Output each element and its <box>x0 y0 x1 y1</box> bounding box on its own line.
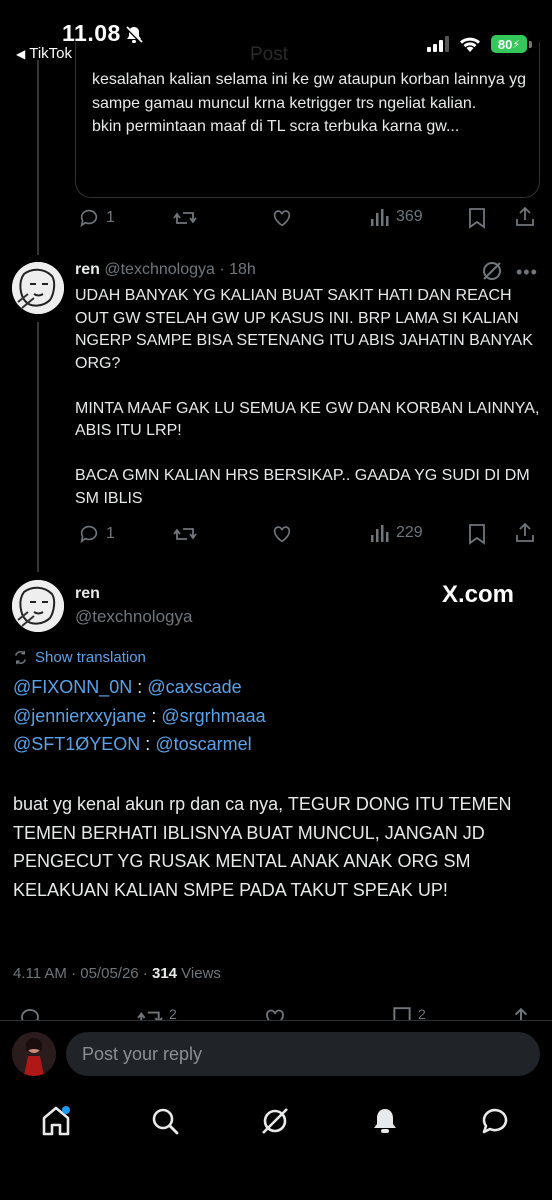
mention-separator: : <box>146 705 162 726</box>
thread-line <box>37 60 39 255</box>
share-icon <box>516 522 534 542</box>
mention-row: @jennierxxyjane : @srgrhmaaa <box>13 702 266 731</box>
thread-line <box>37 322 39 572</box>
reply-action[interactable]: 1 <box>78 207 115 229</box>
back-arrow-icon: ◀ <box>16 46 26 61</box>
repost-icon <box>173 212 197 224</box>
tab-grok[interactable] <box>258 1104 292 1138</box>
messages-icon <box>482 1108 508 1134</box>
reply-count: 1 <box>106 209 115 226</box>
search-icon <box>152 1108 179 1135</box>
tweet-timestamp[interactable]: 4.11 AM · 05/05/26 · <box>13 965 152 982</box>
author-handle[interactable]: @texchnologya <box>75 607 192 627</box>
mention-list: @FIXONN_0N : @caxscade @jennierxxyjane :… <box>13 673 266 759</box>
main-tweet-actions: 2 2 <box>0 1000 552 1022</box>
reply-action[interactable]: 1 <box>78 523 115 545</box>
repost-action[interactable] <box>173 523 197 545</box>
reply-count: 1 <box>106 525 115 542</box>
my-avatar[interactable] <box>12 1032 56 1076</box>
mention-link[interactable]: @toscarmel <box>155 734 251 754</box>
grok-icon[interactable] <box>480 259 504 283</box>
home-icon <box>42 1106 70 1136</box>
like-action[interactable] <box>271 207 293 229</box>
x-com-watermark: X.com <box>442 581 515 608</box>
views-number: 314 <box>151 965 178 982</box>
author-name[interactable]: ren <box>75 261 100 278</box>
quoted-tweet-card[interactable]: kesalahan kalian selama ini ke gw ataupu… <box>75 42 540 198</box>
bookmark-icon <box>469 208 485 229</box>
bookmark-action[interactable] <box>468 207 486 229</box>
tab-notifications[interactable] <box>368 1104 402 1138</box>
tweet-meta: 4.11 AM · 05/05/26 · 314 Views <box>13 965 221 982</box>
tab-search[interactable] <box>148 1104 182 1138</box>
mention-row: @SFT1ØYEON : @toscarmel <box>13 730 266 759</box>
views-icon <box>371 209 389 226</box>
show-translation-label: Show translation <box>35 649 146 666</box>
tweet-time: · 18h <box>219 261 256 278</box>
author-handle[interactable]: @texchnologya <box>104 261 215 278</box>
share-action[interactable] <box>515 521 535 543</box>
tab-home[interactable] <box>39 1104 73 1138</box>
translate-icon <box>15 650 26 665</box>
views-action[interactable]: 369 <box>370 207 423 227</box>
like-action[interactable] <box>271 523 293 545</box>
back-to-app[interactable]: ◀ TikTok <box>16 45 72 62</box>
bookmark-icon <box>469 524 485 545</box>
quoted-tweet-text: kesalahan kalian selama ini ke gw ataupu… <box>92 71 527 135</box>
heart-icon <box>273 526 291 543</box>
main-tweet-text: buat yg kenal akun rp dan ca nya, TEGUR … <box>13 794 512 900</box>
avatar[interactable] <box>12 262 64 314</box>
views-icon <box>371 525 389 542</box>
repost-icon <box>173 528 197 540</box>
reply-icon <box>80 525 98 544</box>
views-count: 229 <box>396 524 423 541</box>
tab-messages[interactable] <box>478 1104 512 1138</box>
reply-tweet-text: UDAH BANYAK YG KALIAN BUAT SAKIT HATI DA… <box>75 287 540 507</box>
mention-link[interactable]: @srgrhmaaa <box>161 706 265 726</box>
reply-author-line: ren @texchnologya · 18h <box>75 261 256 279</box>
heart-icon <box>273 210 291 227</box>
views-label: Views <box>177 965 221 982</box>
share-icon <box>516 206 534 226</box>
bookmark-action[interactable] <box>468 523 486 545</box>
mention-separator: : <box>140 734 156 754</box>
views-action[interactable]: 229 <box>370 523 423 543</box>
views-count: 369 <box>396 208 423 225</box>
mention-link[interactable]: @jennierxxyjane <box>13 706 146 726</box>
grok-icon <box>262 1108 288 1134</box>
mention-link[interactable]: @FIXONN_0N <box>13 677 132 697</box>
mention-separator: : <box>132 677 148 697</box>
share-action[interactable] <box>515 205 535 227</box>
repost-action[interactable] <box>173 207 197 229</box>
mention-link[interactable]: @caxscade <box>147 677 241 697</box>
show-translation-link[interactable]: Show translation <box>13 649 146 666</box>
bell-icon <box>374 1109 396 1133</box>
reply-icon <box>80 209 98 228</box>
reply-input[interactable]: Post your reply <box>66 1032 540 1076</box>
avatar[interactable] <box>12 580 64 632</box>
mention-row: @FIXONN_0N : @caxscade <box>13 673 266 702</box>
back-app-label: TikTok <box>29 45 73 62</box>
mention-link[interactable]: @SFT1ØYEON <box>13 734 140 754</box>
author-name[interactable]: ren <box>75 585 100 603</box>
more-options-icon[interactable]: ••• <box>516 262 538 283</box>
